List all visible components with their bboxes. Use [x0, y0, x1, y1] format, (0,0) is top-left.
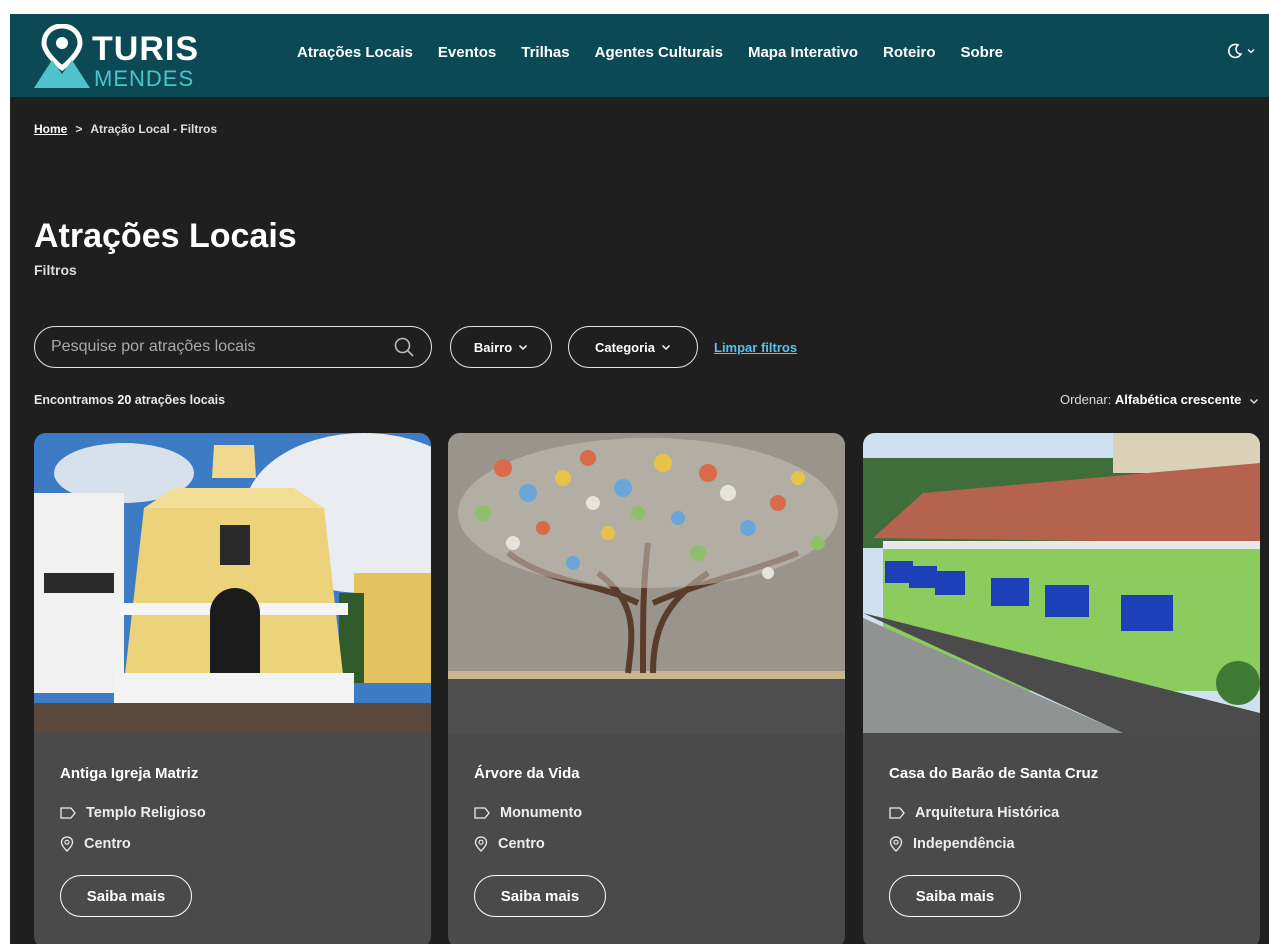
results-number: 20 — [117, 393, 132, 407]
logo-mark-icon — [34, 24, 90, 88]
attraction-title: Antiga Igreja Matriz — [60, 765, 199, 782]
chevron-down-icon — [661, 344, 671, 351]
sort-dropdown[interactable]: Ordenar: Alfabética crescente — [1060, 392, 1259, 407]
attraction-category: Arquitetura Histórica — [889, 805, 1059, 821]
attraction-card: Casa do Barão de Santa Cruz Arquitetura … — [863, 433, 1260, 944]
breadcrumb-separator: > — [75, 122, 83, 136]
search-box — [34, 326, 432, 368]
nav-item-atracoes-locais[interactable]: Atrações Locais — [297, 44, 413, 61]
breadcrumb-current: Atração Local - Filtros — [90, 122, 218, 136]
page-title: Atrações Locais — [34, 217, 297, 255]
attraction-category-label: Templo Religioso — [86, 805, 206, 821]
nav-item-roteiro[interactable]: Roteiro — [883, 44, 936, 61]
breadcrumb-home-link[interactable]: Home — [34, 122, 67, 136]
map-pin-icon — [889, 836, 903, 852]
tag-icon — [60, 807, 76, 819]
theme-toggle-button[interactable] — [1227, 42, 1255, 60]
attraction-image[interactable] — [34, 433, 431, 733]
attraction-card: Antiga Igreja Matriz Templo Religioso Ce… — [34, 433, 431, 944]
nav-item-eventos[interactable]: Eventos — [438, 44, 496, 61]
attraction-neighborhood-label: Centro — [498, 836, 545, 852]
nav-item-sobre[interactable]: Sobre — [961, 44, 1004, 61]
attraction-neighborhood-label: Centro — [84, 836, 131, 852]
top-navigation-bar: TURIS MENDES Atrações Locais Eventos Tri… — [10, 14, 1269, 97]
site-logo[interactable]: TURIS MENDES — [32, 24, 198, 91]
chevron-down-icon — [1249, 398, 1259, 404]
attraction-neighborhood-label: Independência — [913, 836, 1015, 852]
breadcrumb: Home > Atração Local - Filtros — [34, 122, 217, 136]
bairro-filter-dropdown[interactable]: Bairro — [450, 326, 552, 368]
nav-item-trilhas[interactable]: Trilhas — [521, 44, 569, 61]
saiba-mais-button[interactable]: Saiba mais — [60, 875, 192, 917]
nav-item-agentes-culturais[interactable]: Agentes Culturais — [595, 44, 723, 61]
categoria-filter-dropdown[interactable]: Categoria — [568, 326, 698, 368]
tag-icon — [889, 807, 905, 819]
chevron-down-icon — [519, 344, 528, 351]
attraction-category: Monumento — [474, 805, 582, 821]
sort-label: Ordenar: — [1059, 392, 1112, 407]
nav-item-mapa-interativo[interactable]: Mapa Interativo — [748, 44, 858, 61]
sort-value: Alfabética crescente — [1114, 392, 1242, 407]
page-subtitle: Filtros — [34, 262, 77, 278]
logo-text-turis: TURIS — [92, 30, 199, 68]
tag-icon — [474, 807, 490, 819]
attraction-category-label: Monumento — [500, 805, 583, 821]
map-pin-icon — [60, 836, 74, 852]
main-nav: Atrações Locais Eventos Trilhas Agentes … — [297, 44, 1028, 61]
bairro-filter-label: Bairro — [473, 339, 513, 355]
results-suffix: atrações locais — [134, 393, 226, 407]
results-prefix: Encontramos — [34, 393, 114, 407]
attraction-title: Árvore da Vida — [474, 765, 580, 782]
search-input[interactable] — [51, 327, 381, 367]
saiba-mais-button[interactable]: Saiba mais — [889, 875, 1021, 917]
attraction-image[interactable] — [448, 433, 845, 733]
results-count: Encontramos 20 atrações locais — [34, 393, 225, 407]
chevron-down-icon — [1247, 48, 1255, 54]
attraction-category: Templo Religioso — [60, 805, 206, 821]
moon-icon — [1227, 43, 1242, 58]
attraction-image[interactable] — [863, 433, 1260, 733]
attraction-location: Centro — [474, 836, 545, 852]
attraction-location: Independência — [889, 836, 1015, 852]
attraction-location: Centro — [60, 836, 131, 852]
logo-text-mendes: MENDES — [94, 66, 195, 91]
attraction-card: Árvore da Vida Monumento Centro Saiba ma… — [448, 433, 845, 944]
categoria-filter-label: Categoria — [595, 339, 655, 355]
attraction-category-label: Arquitetura Histórica — [915, 805, 1060, 821]
saiba-mais-button[interactable]: Saiba mais — [474, 875, 606, 917]
page-frame: TURIS MENDES Atrações Locais Eventos Tri… — [10, 14, 1269, 944]
map-pin-icon — [474, 836, 488, 852]
clear-filters-link[interactable]: Limpar filtros — [714, 340, 797, 355]
attraction-title: Casa do Barão de Santa Cruz — [889, 765, 1099, 782]
search-icon[interactable] — [393, 336, 415, 358]
